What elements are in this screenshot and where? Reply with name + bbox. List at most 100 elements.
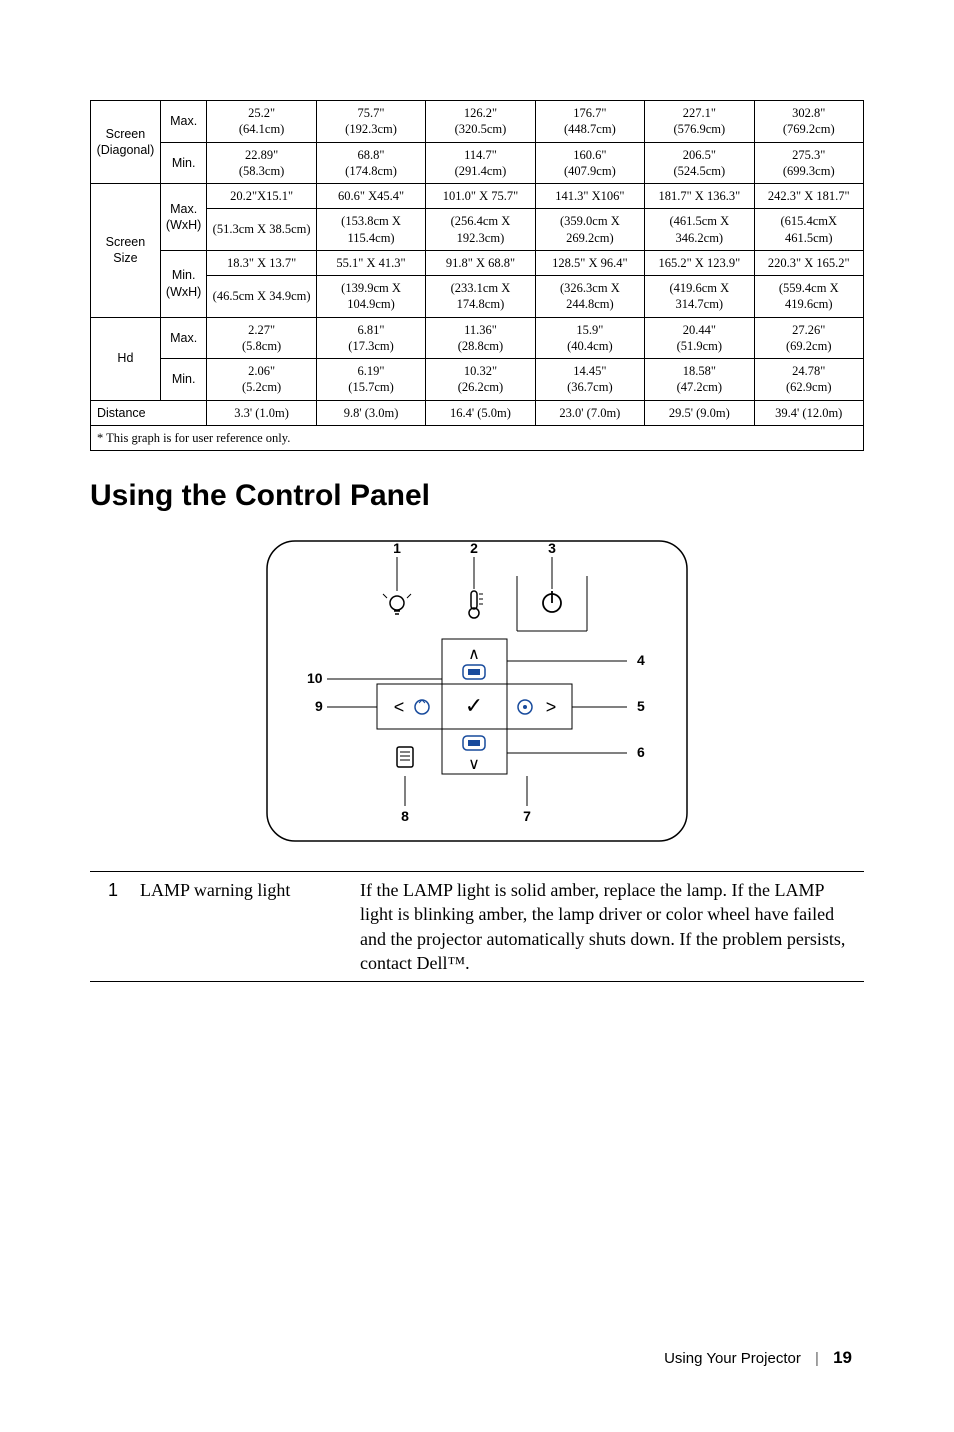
cell: (615.4cmX 461.5cm) [754,209,863,251]
cell: 141.3" X106" [535,184,644,209]
spec-table: Screen (Diagonal) Max. 25.2" (64.1cm) 75… [90,100,864,451]
callout-8: 8 [401,808,409,824]
cell: (326.3cm X 244.8cm) [535,276,644,318]
lamp-icon [383,586,411,614]
sub-header-max: Max. [160,317,207,359]
auto-adjust-icon [415,700,429,714]
callout-2: 2 [470,540,478,556]
table-footnote: * This graph is for user reference only. [91,425,864,450]
control-panel-diagram: ∧ < ✓ > ∨ 1 2 3 4 5 6 [90,531,864,851]
cell: (139.9cm X 104.9cm) [316,276,425,318]
row-header-screen-diagonal: Screen (Diagonal) [91,101,161,184]
callout-7: 7 [523,808,531,824]
cell: 181.7" X 136.3" [645,184,754,209]
cell: (461.5cm X 346.2cm) [645,209,754,251]
cell: 165.2" X 123.9" [645,250,754,275]
callout-6: 6 [637,744,645,760]
cell: 75.7" (192.3cm) [316,101,425,143]
cell: 18.3" X 13.7" [207,250,316,275]
cell: 176.7" (448.7cm) [535,101,644,143]
cell: 29.5' (9.0m) [645,400,754,425]
cell: 60.6" X45.4" [316,184,425,209]
right-button[interactable] [507,684,572,729]
left-button[interactable] [377,684,442,729]
cell: 11.36" (28.8cm) [426,317,535,359]
cell: 3.3' (1.0m) [207,400,316,425]
cell: 101.0" X 75.7" [426,184,535,209]
cell: 15.9" (40.4cm) [535,317,644,359]
temp-icon [469,591,483,618]
sub-header-min: Min. [160,359,207,401]
cell: 6.19" (15.7cm) [316,359,425,401]
cell: (359.0cm X 269.2cm) [535,209,644,251]
callout-3: 3 [548,540,556,556]
cell: 2.06" (5.2cm) [207,359,316,401]
cell: 39.4' (12.0m) [754,400,863,425]
cell: 114.7" (291.4cm) [426,142,535,184]
description-row: 1 LAMP warning light If the LAMP light i… [90,872,864,982]
cell: (51.3cm X 38.5cm) [207,209,316,251]
callout-4: 4 [637,652,645,668]
cell: 24.78" (62.9cm) [754,359,863,401]
control-panel-svg: ∧ < ✓ > ∨ 1 2 3 4 5 6 [227,531,727,851]
check-icon: ✓ [465,693,483,718]
cell: 22.89" (58.3cm) [207,142,316,184]
cell: 25.2" (64.1cm) [207,101,316,143]
power-icon [543,591,561,612]
cell: (559.4cm X 419.6cm) [754,276,863,318]
sub-header-max-wxh: Max.(WxH) [160,184,207,251]
cell: 23.0' (7.0m) [535,400,644,425]
source-icon [518,700,532,714]
cell: (46.5cm X 34.9cm) [207,276,316,318]
cell: 68.8" (174.8cm) [316,142,425,184]
callout-5: 5 [637,698,645,714]
cell: 55.1" X 41.3" [316,250,425,275]
cell: (419.6cm X 314.7cm) [645,276,754,318]
cell: 27.26" (69.2cm) [754,317,863,359]
cell: 2.27" (5.8cm) [207,317,316,359]
menu-icon [397,747,413,767]
section-heading: Using the Control Panel [90,479,864,513]
cell: 275.3" (699.3cm) [754,142,863,184]
footer-separator: | [815,1350,819,1367]
description-number: 1 [90,872,136,982]
cell: 91.8" X 68.8" [426,250,535,275]
cell: (256.4cm X 192.3cm) [426,209,535,251]
row-header-hd: Hd [91,317,161,400]
cell: 16.4' (5.0m) [426,400,535,425]
description-text: If the LAMP light is solid amber, replac… [356,872,864,982]
cell: 20.2"X15.1" [207,184,316,209]
description-label: LAMP warning light [136,872,356,982]
up-arrow-icon: ∧ [468,646,480,663]
left-arrow-icon: < [394,697,405,717]
cell: 20.44" (51.9cm) [645,317,754,359]
sub-header-min: Min. [160,142,207,184]
description-table: 1 LAMP warning light If the LAMP light i… [90,871,864,982]
cell: 126.2" (320.5cm) [426,101,535,143]
callout-10: 10 [307,670,323,686]
cell: 6.81" (17.3cm) [316,317,425,359]
down-arrow-icon: ∨ [468,756,480,773]
footer-section: Using Your Projector [664,1350,801,1367]
sub-header-max: Max. [160,101,207,143]
callout-9: 9 [315,698,323,714]
cell: 227.1" (576.9cm) [645,101,754,143]
cell: 10.32" (26.2cm) [426,359,535,401]
cell: 160.6" (407.9cm) [535,142,644,184]
cell: 206.5" (524.5cm) [645,142,754,184]
sub-header-min-wxh: Min.(WxH) [160,250,207,317]
cell: 14.45" (36.7cm) [535,359,644,401]
page-footer: Using Your Projector | 19 [664,1348,852,1368]
cell: 128.5" X 96.4" [535,250,644,275]
cell: 302.8" (769.2cm) [754,101,863,143]
document-page: Screen (Diagonal) Max. 25.2" (64.1cm) 75… [0,0,954,1042]
cell: 9.8' (3.0m) [316,400,425,425]
callout-1: 1 [393,540,401,556]
cell: 242.3" X 181.7" [754,184,863,209]
footer-page-number: 19 [833,1348,852,1367]
cell: (153.8cm X 115.4cm) [316,209,425,251]
cell: 18.58" (47.2cm) [645,359,754,401]
row-header-screen-size: Screen Size [91,184,161,318]
cell: 220.3" X 165.2" [754,250,863,275]
cell: (233.1cm X 174.8cm) [426,276,535,318]
